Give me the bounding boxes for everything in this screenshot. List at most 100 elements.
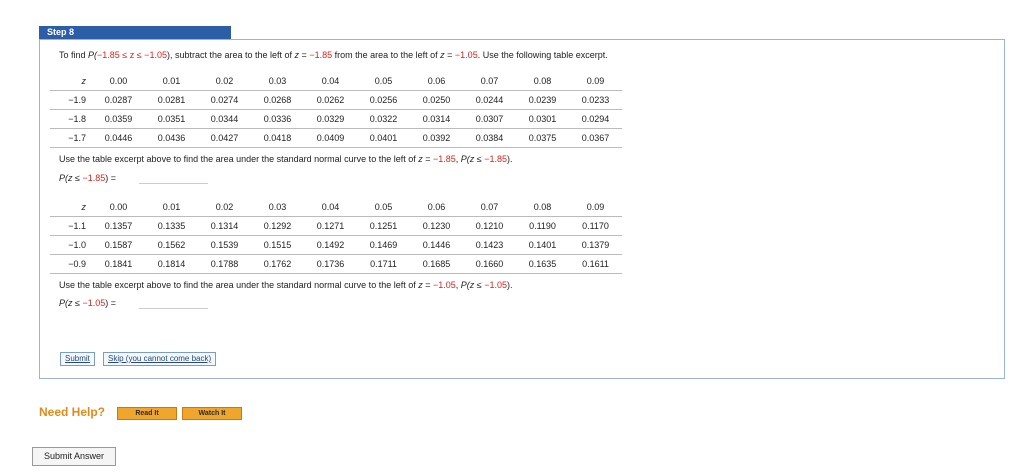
q1-value: −1.85 — [432, 154, 456, 164]
table-cell: −1.7 — [50, 128, 92, 148]
table-cell: 0.1562 — [145, 235, 198, 255]
q1-part: ). — [507, 154, 513, 164]
q1-value: −1.85 — [484, 154, 508, 164]
table-cell: 0.1762 — [251, 254, 304, 274]
intro-part: = — [444, 50, 455, 60]
table-row: −0.9 0.1841 0.1814 0.1788 0.1762 0.1736 0.1711… — [50, 254, 622, 274]
table-row: −1.1 0.1357 0.1335 0.1314 0.1292 0.1271 0.1251… — [50, 216, 622, 236]
q1-part: Use the table excerpt above to find the … — [59, 154, 419, 164]
table-cell: 0.0427 — [198, 128, 251, 148]
table-cell: 0.0436 — [145, 128, 198, 148]
table-cell: 0.0301 — [516, 109, 569, 129]
table-header-row: z 0.00 0.01 0.02 0.03 0.04 0.05 0.06 0.07 0.08 0.0… — [50, 198, 622, 217]
table-cell: 0.1292 — [251, 216, 304, 236]
table-cell: 0.1515 — [251, 235, 304, 255]
table-cell: 0.1685 — [410, 254, 463, 274]
intro-part: ), subtract the area to the left of — [166, 50, 295, 60]
table-row: −1.7 0.0446 0.0436 0.0427 0.0418 0.0409 0.0401… — [50, 128, 622, 148]
intro-text: To find P(−1.85 ≤ z ≤ −1.05), subtract t… — [59, 50, 608, 60]
table-cell: 0.0401 — [357, 128, 410, 148]
a1-part: ) = — [105, 173, 116, 183]
table-cell: 0.1210 — [463, 216, 516, 236]
table-cell: 0.1635 — [516, 254, 569, 274]
submit-button[interactable]: Submit — [60, 352, 95, 366]
a2-part: P(z ≤ — [59, 298, 83, 308]
table-cell: 0.1660 — [463, 254, 516, 274]
table-cell: 0.0367 — [569, 128, 622, 148]
table-header-cell: 0.08 — [533, 202, 552, 212]
skip-button[interactable]: Skip (you cannot come back) — [103, 352, 217, 366]
submit-answer-button[interactable]: Submit Answer — [32, 447, 116, 466]
intro-part: from the area to the left of — [332, 50, 441, 60]
table-header-cell: 0.01 — [162, 76, 181, 86]
q2-part: Use the table excerpt above to find the … — [59, 280, 419, 290]
table-header-cell: 0.02 — [215, 76, 234, 86]
table-cell: −1.9 — [50, 90, 92, 110]
a1-part: P(z ≤ — [59, 173, 83, 183]
table-header-cell: 0.07 — [480, 76, 499, 86]
answer-2-label: P(z ≤ −1.05) = — [59, 298, 116, 308]
table-cell: 0.1335 — [145, 216, 198, 236]
table-cell: 0.0244 — [463, 90, 516, 110]
table-header-cell: 0.03 — [268, 76, 287, 86]
table-header-cell: 0.03 — [268, 202, 287, 212]
table-cell: 0.1271 — [304, 216, 357, 236]
table-header-cell: z — [81, 76, 87, 86]
table-cell: 0.1469 — [357, 235, 410, 255]
table-cell: 0.1379 — [569, 235, 622, 255]
table-header-cell: 0.09 — [586, 202, 605, 212]
intro-value: −1.85 — [309, 50, 333, 60]
table-header-cell: 0.05 — [374, 76, 393, 86]
answer-1-label: P(z ≤ −1.85) = — [59, 173, 116, 183]
table-cell: 0.0268 — [251, 90, 304, 110]
table-cell: 0.0233 — [569, 90, 622, 110]
table-cell: 0.1230 — [410, 216, 463, 236]
q2-part: = — [422, 280, 433, 290]
table-cell: 0.0446 — [92, 128, 145, 148]
intro-part: . Use the following table excerpt. — [477, 50, 608, 60]
table-header-cell: 0.07 — [480, 202, 499, 212]
read-it-button[interactable]: Read It — [117, 407, 177, 420]
table-cell: 0.1788 — [198, 254, 251, 274]
table-header-cell: 0.06 — [427, 202, 446, 212]
table-header-cell: 0.00 — [109, 76, 128, 86]
watch-it-button[interactable]: Watch It — [182, 407, 242, 420]
answer-1-input[interactable] — [139, 171, 208, 184]
table-cell: 0.0307 — [463, 109, 516, 129]
table-cell: 0.1711 — [357, 254, 410, 274]
a2-part: ) = — [105, 298, 116, 308]
table-cell: 0.0274 — [198, 90, 251, 110]
intro-part: = — [299, 50, 310, 60]
q1-part: = — [422, 154, 433, 164]
table-cell: 0.1492 — [304, 235, 357, 255]
z-table-2: z 0.00 0.01 0.02 0.03 0.04 0.05 0.06 0.07 0.08 0.0… — [50, 198, 622, 274]
table-cell: 0.1446 — [410, 235, 463, 255]
table-cell: −1.8 — [50, 109, 92, 129]
intro-value: −1.05 — [454, 50, 478, 60]
table-cell: 0.0256 — [357, 90, 410, 110]
table-cell: 0.1814 — [145, 254, 198, 274]
table-header-cell: 0.00 — [109, 202, 128, 212]
table-cell: 0.0314 — [410, 109, 463, 129]
table-cell: 0.1314 — [198, 216, 251, 236]
table-cell: 0.0322 — [357, 109, 410, 129]
table-cell: −1.1 — [50, 216, 92, 236]
table-header-cell: 0.01 — [162, 202, 181, 212]
table-cell: 0.0384 — [463, 128, 516, 148]
q2-value: −1.05 — [432, 280, 456, 290]
table-cell: 0.0344 — [198, 109, 251, 129]
table-cell: 0.0375 — [516, 128, 569, 148]
table-cell: 0.0392 — [410, 128, 463, 148]
table-cell: 0.1170 — [569, 216, 622, 236]
q2-part: P(z ≤ — [460, 280, 485, 290]
question-1-text: Use the table excerpt above to find the … — [59, 154, 513, 164]
table-header-cell: 0.06 — [427, 76, 446, 86]
table-header-cell: 0.08 — [533, 76, 552, 86]
a1-value: −1.85 — [82, 173, 106, 183]
q2-value: −1.05 — [484, 280, 508, 290]
question-2-text: Use the table excerpt above to find the … — [59, 280, 513, 290]
table-header-cell: z — [81, 202, 87, 212]
a2-value: −1.05 — [82, 298, 106, 308]
intro-range: −1.85 ≤ z ≤ −1.05 — [97, 50, 167, 60]
answer-2-input[interactable] — [139, 296, 208, 309]
